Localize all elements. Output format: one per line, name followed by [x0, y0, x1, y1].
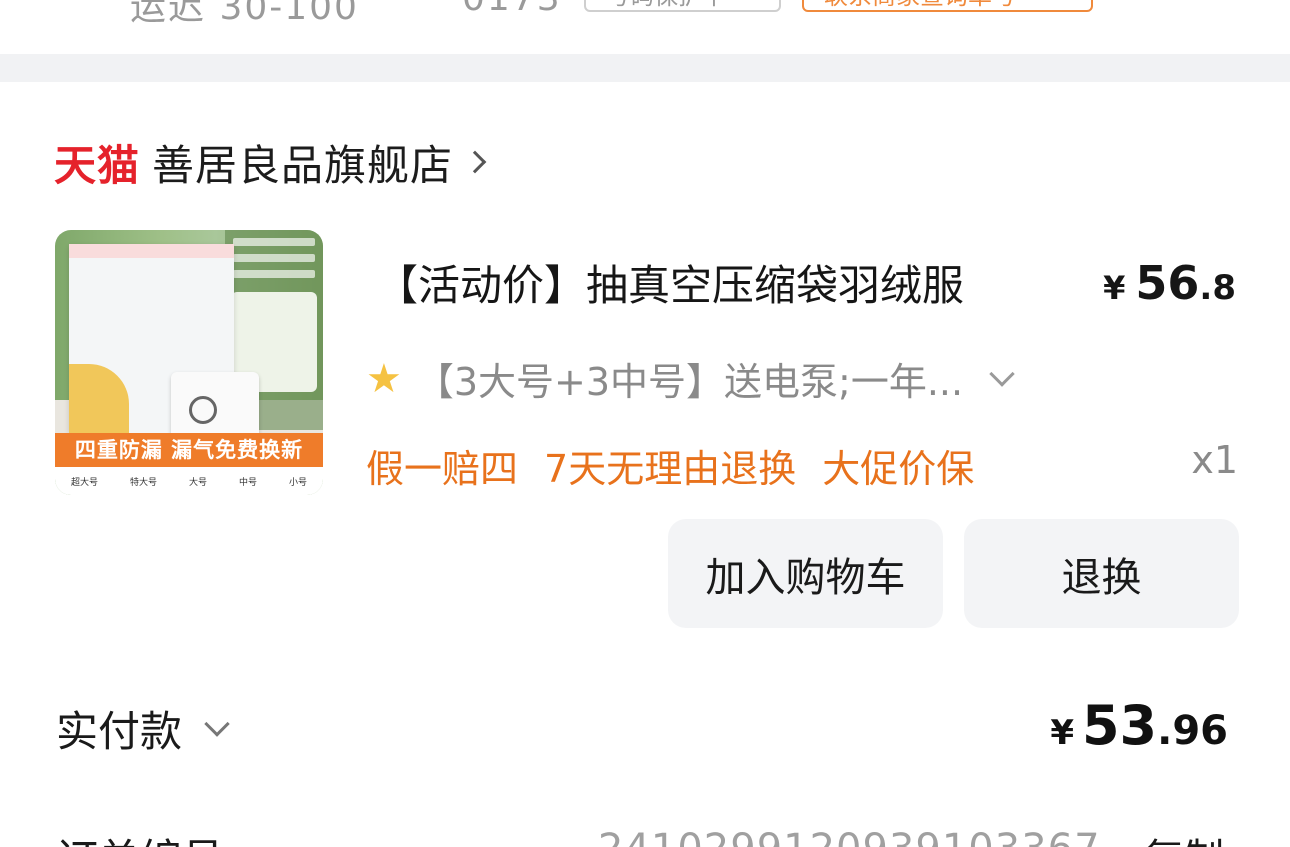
contact-seller-button[interactable]: 联系商家查询单号	[802, 0, 1093, 12]
price-currency: ¥	[1103, 269, 1126, 307]
product-image[interactable]: 四重防漏 漏气免费换新 超大号 特大号 大号 中号 小号	[55, 230, 323, 495]
paid-amount-row[interactable]: 实付款	[56, 698, 230, 759]
product-price: ¥ 56 .8	[1103, 256, 1236, 310]
chevron-down-icon[interactable]	[204, 710, 230, 737]
delivery-text: 运迟 30-100	[130, 0, 359, 28]
return-exchange-button[interactable]: 退换	[964, 519, 1239, 628]
service-tags: 假一赔四 7天无理由退换 大促价保	[366, 438, 1000, 493]
star-icon: ★	[366, 355, 402, 402]
product-title[interactable]: 【活动价】抽真空压缩袋羽绒服	[376, 252, 964, 313]
quantity: x1	[1191, 438, 1238, 482]
price-decimal: .8	[1199, 268, 1236, 308]
section-divider	[0, 54, 1290, 82]
image-banner-text: 四重防漏 漏气免费换新	[55, 433, 323, 467]
add-to-cart-button[interactable]: 加入购物车	[668, 519, 943, 628]
service-tag: 假一赔四	[366, 447, 519, 491]
chevron-down-icon[interactable]	[989, 360, 1015, 387]
store-header[interactable]: 天猫 善居良品旗舰店	[54, 132, 487, 193]
image-size-list: 超大号 特大号 大号 中号 小号	[55, 467, 323, 495]
privacy-badge[interactable]: 号码保护中	[584, 0, 781, 12]
service-tag: 7天无理由退换	[544, 447, 797, 491]
image-size-label: 超大号	[70, 477, 98, 488]
order-number: 2410299120939103367	[598, 826, 1101, 847]
sku-selector[interactable]: ★ 【3大号+3中号】送电泵;一年...	[366, 351, 1015, 406]
chevron-right-icon	[463, 150, 487, 174]
sku-text: 【3大号+3中号】送电泵;一年...	[415, 360, 964, 404]
price-integer: 56	[1135, 256, 1200, 310]
image-size-label: 小号	[288, 477, 307, 488]
tmall-logo: 天猫	[54, 140, 141, 190]
previous-section-strip: 运迟 30-100 0173 号码保护中 联系商家查询单号	[0, 0, 1290, 54]
image-size-label: 大号	[188, 477, 207, 488]
store-name[interactable]: 善居良品旗舰店	[152, 132, 453, 193]
copy-order-button[interactable]: 复制	[1144, 826, 1224, 847]
image-size-label: 中号	[238, 477, 257, 488]
paid-decimal: .96	[1157, 708, 1228, 754]
service-tag: 大促价保	[822, 447, 975, 491]
paid-integer: 53	[1081, 694, 1158, 757]
order-number-label: 订单编号	[56, 826, 224, 847]
paid-amount-label: 实付款	[56, 707, 183, 756]
paid-amount: ¥ 53 .96	[1050, 694, 1228, 757]
paid-currency: ¥	[1050, 713, 1074, 753]
phone-tail-text: 0173	[462, 0, 562, 19]
image-size-label: 特大号	[129, 477, 157, 488]
